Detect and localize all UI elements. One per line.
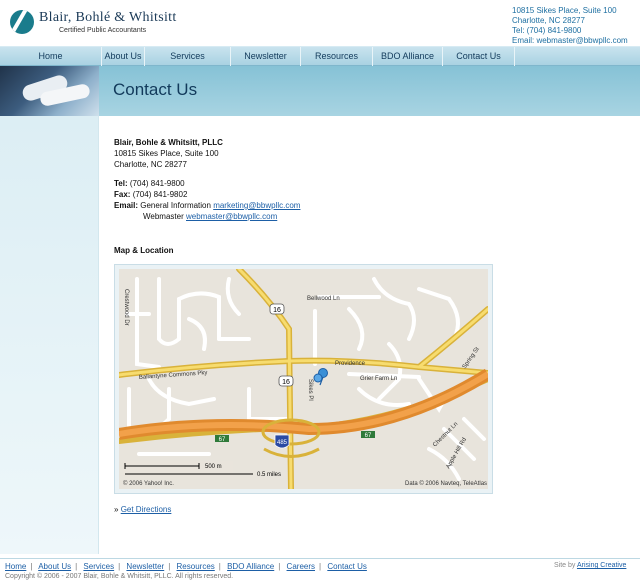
header-contact: 10815 Sikes Place, Suite 100 Charlotte, … (512, 6, 628, 46)
route16-top-label: 16 (273, 307, 281, 314)
copyright: Copyright © 2006 - 2007 Blair, Bohle & W… (5, 573, 234, 580)
webmaster-row: Webmaster webmaster@bbwpllc.com (114, 211, 634, 222)
site-header: Blair, Bohlé & Whitsitt Certified Public… (0, 0, 640, 46)
general-info-label: General Information (140, 201, 211, 210)
exit67-left-label: 67 (219, 437, 226, 443)
nav-newsletter[interactable]: Newsletter (231, 47, 301, 66)
email-row: Email: General Information marketing@bbw… (114, 200, 634, 211)
left-column (0, 116, 99, 554)
exit67-right-label: 67 (365, 433, 372, 439)
header-address-line1: 10815 Sikes Place, Suite 100 (512, 6, 617, 15)
footer-link-bdo-alliance[interactable]: BDO Alliance (227, 562, 274, 571)
logo-subtitle: Certified Public Accountants (59, 27, 147, 34)
exit-67-left-icon: 67 (215, 435, 229, 443)
directions-arrow-icon: » (114, 505, 119, 514)
route16-mid-label: 16 (282, 379, 290, 386)
header-tel: Tel: (704) 841-9800 (512, 26, 582, 35)
exit-67-right-icon: 67 (361, 431, 375, 439)
nav-resources[interactable]: Resources (301, 47, 373, 66)
address-line2: Charlotte, NC 28277 (114, 160, 187, 169)
location-map[interactable]: 16 16 485 67 67 Crestwood Dr Bellwood Ln (119, 269, 488, 489)
footer-link-newsletter[interactable]: Newsletter (126, 562, 164, 571)
footer-link-about-us[interactable]: About Us (38, 562, 71, 571)
credit-prefix: Site by (554, 562, 576, 569)
site-credit: Site by Arising Creative (554, 562, 626, 569)
fax-row: Fax: (704) 841-9802 (114, 189, 634, 200)
scale-mi-label: 0.5 miles (257, 472, 281, 478)
header-email[interactable]: Email: webmaster@bbwpllc.com (512, 36, 628, 46)
footer-link-home[interactable]: Home (5, 562, 26, 571)
route-16-mid-icon: 16 (278, 375, 294, 387)
nav-home[interactable]: Home (0, 47, 102, 66)
contact-details: Blair, Bohle & Whitsitt, PLLC 10815 Sike… (114, 137, 634, 222)
site-footer: Home | About Us | Services | Newsletter | Re… (0, 558, 640, 585)
logo[interactable]: Blair, Bohlé & Whitsitt Certified Public… (10, 10, 177, 34)
logo-mark-icon (10, 10, 34, 34)
footer-link-resources[interactable]: Resources (177, 562, 215, 571)
tel-value: (704) 841-9800 (129, 179, 185, 188)
page-banner: Contact Us (0, 66, 640, 116)
map-heading: Map & Location (114, 246, 174, 255)
nav-contact-us[interactable]: Contact Us (443, 47, 515, 66)
scale-m-label: 500 m (205, 464, 222, 470)
address-line1: 10815 Sikes Place, Suite 100 (114, 149, 219, 158)
footer-links: Home | About Us | Services | Newsletter | Re… (5, 562, 367, 571)
map-label-crestwood: Crestwood Dr (123, 289, 129, 326)
webmaster-label: Webmaster (143, 212, 184, 221)
main-nav: Home About Us Services Newsletter Resour… (0, 46, 640, 66)
nav-services[interactable]: Services (145, 47, 231, 66)
footer-link-careers[interactable]: Careers (287, 562, 315, 571)
email-label: Email: (114, 201, 139, 210)
map-label-providence: Providence (335, 361, 366, 367)
nav-about-us[interactable]: About Us (102, 47, 145, 66)
i485-label: 485 (277, 440, 288, 446)
page-title: Contact Us (113, 80, 198, 99)
map-frame: 16 16 485 67 67 Crestwood Dr Bellwood Ln (114, 264, 493, 494)
interstate-485-icon: 485 (274, 434, 290, 449)
tel-label: Tel: (114, 179, 128, 188)
webmaster-email-link[interactable]: webmaster@bbwpllc.com (186, 212, 277, 221)
credit-link[interactable]: Arising Creative (577, 562, 626, 569)
map-copyright-right: Data © 2006 Navteq, TeleAtlas (405, 480, 487, 487)
fax-value: (704) 841-9802 (132, 190, 188, 199)
directions-row: » Get Directions (114, 505, 171, 514)
map-copyright-left: © 2006 Yahoo! Inc. (123, 480, 174, 487)
logo-name: Blair, Bohlé & Whitsitt (39, 10, 177, 25)
route-16-top-icon: 16 (269, 303, 285, 315)
nav-bdo-alliance[interactable]: BDO Alliance (373, 47, 443, 66)
map-label-bellwood: Bellwood Ln (307, 296, 340, 302)
footer-link-services[interactable]: Services (83, 562, 114, 571)
map-label-sikes: Sikes Pl (307, 379, 313, 401)
footer-link-contact-us[interactable]: Contact Us (327, 562, 367, 571)
map-label-grier: Grier Farm Ln (360, 376, 397, 382)
firm-name: Blair, Bohle & Whitsitt, PLLC (114, 138, 223, 147)
fax-label: Fax: (114, 190, 131, 199)
general-email-link[interactable]: marketing@bbwpllc.com (213, 201, 300, 210)
banner-handshake-photo (0, 66, 99, 116)
get-directions-link[interactable]: Get Directions (121, 505, 172, 514)
header-address-line2: Charlotte, NC 28277 (512, 16, 585, 25)
tel-row: Tel: (704) 841-9800 (114, 178, 634, 189)
